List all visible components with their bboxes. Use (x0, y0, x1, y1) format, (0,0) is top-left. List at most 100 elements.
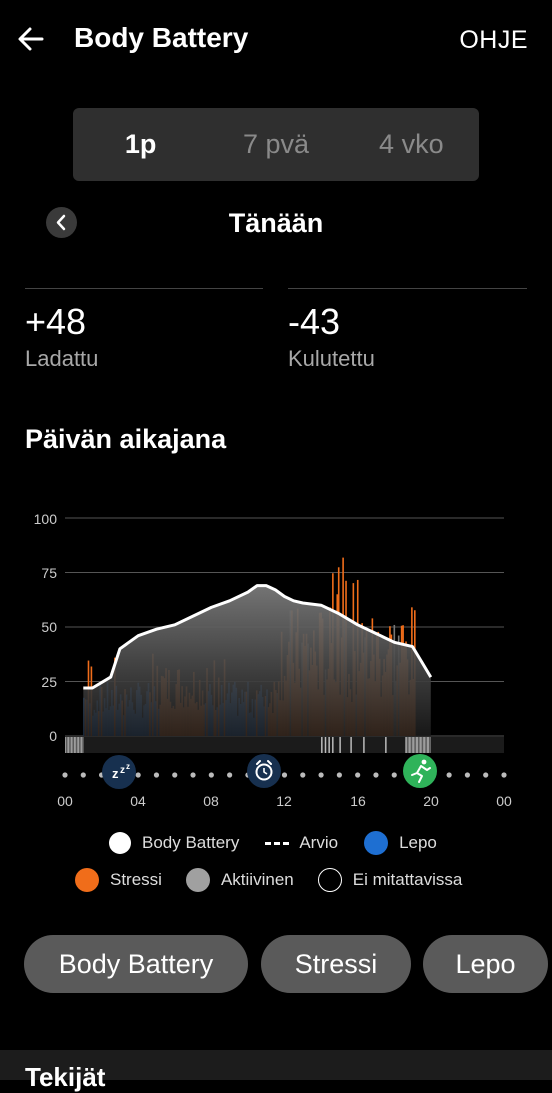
timeline-title: Päivän aikajana (25, 424, 227, 454)
running-icon[interactable] (403, 754, 437, 788)
activity-segment (75, 737, 78, 753)
help-button[interactable]: OHJE (459, 26, 528, 55)
legend-stress: Stressi (75, 868, 162, 892)
timeline-dot (153, 772, 160, 778)
timeline-dot (501, 772, 507, 778)
timeline-dot (172, 772, 178, 778)
timeline-dot (281, 772, 288, 778)
date-label: Tänään (228, 208, 324, 238)
chip-stress[interactable]: Stressi (261, 935, 411, 993)
x-tick-label: 04 (130, 793, 146, 809)
activity-segment (328, 737, 330, 753)
y-tick-label: 25 (41, 674, 57, 690)
drained-label: Kulutettu (288, 346, 375, 371)
legend-label: Ei mitattavissa (352, 870, 463, 889)
activity-segment (65, 737, 504, 753)
y-tick-label: 0 (49, 728, 57, 744)
tab-1-day[interactable]: 1p (73, 129, 208, 160)
y-tick-label: 100 (34, 511, 58, 527)
body-battery-chart: 100 75 50 25 0 00 04 08 12 16 20 00 z z … (34, 511, 512, 809)
activity-segment (421, 737, 424, 753)
activity-strip (65, 737, 504, 753)
activity-segment (410, 737, 413, 753)
y-tick-label: 50 (41, 619, 57, 635)
legend-label: Lepo (399, 833, 437, 852)
chip-body-battery[interactable]: Body Battery (24, 935, 248, 993)
activity-segment (414, 737, 416, 753)
activity-segment (72, 737, 74, 753)
activity-segment (350, 737, 352, 753)
activity-segment (321, 737, 323, 753)
x-tick-label: 08 (203, 793, 219, 809)
sleep-icon[interactable]: z z z (102, 755, 136, 789)
factors-section: Tekijät (0, 1050, 552, 1092)
timeline-dot (62, 772, 68, 778)
activity-segment (332, 737, 334, 753)
activity-segment (82, 737, 84, 753)
timeline-dot (135, 772, 141, 778)
legend-swatch (185, 868, 210, 892)
legend-rest: Lepo (364, 831, 437, 855)
legend-not-measurable: Ei mitattavissa (317, 868, 463, 892)
legend-swatch (364, 831, 389, 855)
timeline-dot (373, 772, 379, 778)
activity-segment (407, 737, 409, 753)
svg-text:z: z (120, 765, 125, 776)
legend-label: Aktiivinen (220, 870, 294, 889)
dashed-line-icon (265, 841, 290, 845)
activity-segment (418, 737, 420, 753)
timeline-dot (190, 772, 196, 778)
x-tick-label: 00 (57, 793, 73, 809)
activity-segment (65, 737, 68, 753)
drained-value: -43 (288, 301, 341, 342)
x-tick-label: 16 (350, 793, 366, 809)
svg-text:z: z (126, 762, 130, 771)
page-title: Body Battery (74, 22, 249, 53)
activity-segment (69, 737, 71, 753)
legend-label: Stressi (110, 870, 162, 889)
legend-swatch (109, 832, 131, 854)
timeline-dot (483, 772, 489, 778)
timeline-dot (227, 772, 233, 778)
legend-row-2: Stressi Aktiivinen Ei mitattavissa (75, 868, 462, 892)
legend-estimate: Arvio (265, 831, 338, 855)
previous-day-button[interactable] (46, 207, 77, 238)
divider (288, 288, 527, 289)
timeline-dot (318, 772, 324, 778)
back-arrow-icon[interactable] (16, 24, 46, 54)
timeline-dot (336, 772, 342, 778)
timeline-dot (446, 772, 452, 778)
activity-segment (339, 737, 341, 753)
timeline-dot (464, 772, 471, 778)
timeline-dot (80, 772, 86, 778)
range-tabs: 1p 7 pvä 4 vko (73, 108, 479, 181)
x-tick-label: 20 (423, 793, 439, 809)
alarm-icon[interactable] (247, 754, 281, 788)
chip-rest[interactable]: Lepo (423, 935, 548, 993)
activity-segment (429, 737, 431, 753)
legend-body-battery: Body Battery (109, 831, 239, 855)
legend-active: Aktiivinen (185, 868, 294, 892)
legend-label: Body Battery (142, 833, 240, 852)
x-tick-label: 12 (276, 793, 292, 809)
tab-4-weeks[interactable]: 4 vko (344, 129, 479, 160)
activity-segment (324, 737, 327, 753)
tab-7-days[interactable]: 7 pvä (208, 129, 343, 160)
timeline-dot (300, 772, 306, 778)
activity-segment (79, 737, 81, 753)
body-battery-area (83, 585, 431, 736)
y-tick-label: 75 (41, 565, 57, 581)
svg-text:z: z (112, 766, 119, 781)
factors-title: Tekijät (25, 1062, 106, 1092)
charged-label: Ladattu (25, 346, 99, 371)
timeline-dot (355, 772, 361, 778)
activity-segment (425, 737, 427, 753)
legend-swatch (75, 868, 99, 892)
legend-swatch (317, 868, 342, 892)
charged-value: +48 (25, 301, 87, 342)
legend-row-1: Body Battery Arvio Lepo (109, 831, 437, 855)
legend-label: Arvio (299, 833, 339, 852)
x-tick-label: 00 (496, 793, 512, 809)
activity-segment (385, 737, 387, 753)
chevron-left-icon (56, 214, 66, 231)
